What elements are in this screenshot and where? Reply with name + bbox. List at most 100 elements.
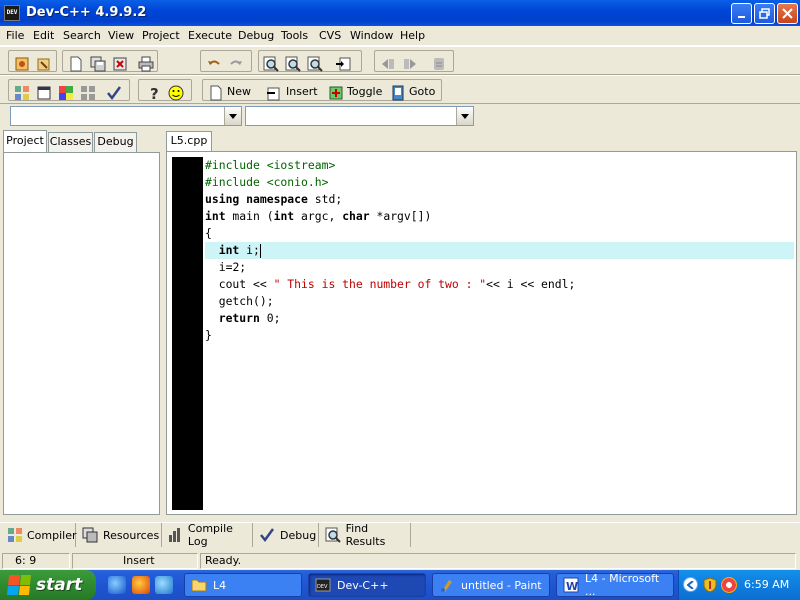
toolbar-group-class: New Insert Toggle Goto [202, 79, 442, 101]
toolbar-group-compile [8, 79, 130, 101]
minimize-button[interactable] [731, 3, 752, 24]
tab-debug[interactable]: Debug [94, 132, 137, 152]
undo-icon[interactable] [205, 55, 223, 72]
editor-gutter[interactable] [172, 157, 203, 510]
member-combo-dropdown[interactable] [456, 107, 473, 125]
code-line[interactable]: int i; [205, 242, 794, 259]
task-l4-folder[interactable]: L4 [184, 573, 302, 597]
code-line[interactable]: int main (int argc, char *argv[]) [205, 208, 794, 225]
window-title: Dev-C++ 4.9.9.2 [26, 5, 147, 20]
member-combo[interactable] [245, 106, 474, 126]
menu-window[interactable]: Window [350, 28, 393, 44]
restore-icon [759, 8, 770, 19]
tab-compile-log-label: Compile Log [187, 522, 233, 548]
save-all-icon[interactable] [89, 55, 107, 72]
compile-run-icon[interactable] [57, 84, 75, 101]
code-line[interactable]: } [205, 327, 794, 344]
code-line[interactable]: getch(); [205, 293, 794, 310]
tab-project[interactable]: Project [3, 130, 47, 152]
about-smiley-icon[interactable] [167, 84, 185, 101]
code-line[interactable]: { [205, 225, 794, 242]
replace-icon[interactable] [284, 55, 302, 72]
svg-text:?: ? [150, 85, 159, 101]
file-tab[interactable]: L5.cpp [166, 131, 212, 151]
checkmark-icon[interactable] [105, 84, 123, 101]
insert-icon[interactable] [265, 84, 283, 101]
menu-help[interactable]: Help [400, 28, 425, 44]
goto-label[interactable]: Goto [409, 85, 435, 99]
find-icon[interactable] [262, 55, 280, 72]
compile-icon[interactable] [13, 84, 31, 101]
close-file-icon[interactable] [111, 55, 129, 72]
restore-button[interactable] [754, 3, 775, 24]
start-button[interactable]: start [0, 570, 96, 600]
close-button[interactable] [777, 3, 798, 24]
new-file-icon[interactable] [67, 55, 85, 72]
menu-execute[interactable]: Execute [188, 28, 232, 44]
status-bar: 6: 9 Insert Ready. [0, 552, 800, 570]
clock[interactable]: 6:59 AM [744, 578, 789, 591]
goto-line-icon[interactable] [334, 55, 352, 72]
goto-bookmark-icon[interactable] [389, 84, 407, 101]
menu-view[interactable]: View [108, 28, 134, 44]
code-line[interactable]: cout << " This is the number of two : "<… [205, 276, 794, 293]
tab-debug-output[interactable]: Debug [253, 523, 319, 547]
find-next-icon[interactable] [306, 55, 324, 72]
help-icon[interactable]: ? [145, 84, 163, 101]
menu-cvs[interactable]: CVS [319, 28, 341, 44]
svg-text:W: W [566, 580, 578, 593]
task-word[interactable]: W L4 - Microsoft ... [556, 572, 674, 598]
new-project-icon[interactable] [13, 55, 31, 72]
quicklaunch-icon[interactable] [155, 576, 173, 594]
show-hidden-icons-button[interactable] [683, 577, 698, 592]
insert-label[interactable]: Insert [286, 85, 318, 99]
indent-right-icon[interactable] [401, 55, 419, 72]
class-combo-dropdown[interactable] [224, 107, 241, 125]
internet-explorer-icon[interactable] [108, 576, 126, 594]
menu-project[interactable]: Project [142, 28, 180, 44]
menu-edit[interactable]: Edit [33, 28, 54, 44]
task-label: Dev-C++ [337, 578, 389, 592]
firefox-icon[interactable] [132, 576, 150, 594]
new-class-icon[interactable] [207, 84, 225, 101]
code-line[interactable]: #include <conio.h> [205, 174, 794, 191]
task-label: L4 [213, 578, 227, 592]
security-shield-icon[interactable] [703, 577, 717, 596]
code-line[interactable]: using namespace std; [205, 191, 794, 208]
run-icon[interactable] [35, 84, 53, 101]
rebuild-icon[interactable] [79, 84, 97, 101]
debug-check-icon [258, 527, 276, 544]
tab-classes[interactable]: Classes [48, 132, 93, 152]
update-icon[interactable] [721, 577, 737, 593]
system-tray: 6:59 AM [678, 570, 800, 600]
code-line[interactable]: i=2; [205, 259, 794, 276]
project-tree[interactable] [3, 152, 160, 515]
menu-debug[interactable]: Debug [238, 28, 274, 44]
tab-compile-log[interactable]: Compile Log [162, 522, 253, 548]
tab-resources[interactable]: Resources [76, 523, 162, 547]
tab-compiler[interactable]: Compiler [2, 523, 77, 547]
code-line[interactable]: #include <iostream> [205, 157, 794, 174]
open-project-icon[interactable] [35, 55, 53, 72]
tab-find-results[interactable]: Find Results [319, 522, 411, 548]
new-label[interactable]: New [227, 85, 251, 99]
task-paint[interactable]: untitled - Paint [432, 573, 550, 597]
menu-search[interactable]: Search [63, 28, 101, 44]
print-icon[interactable] [137, 55, 155, 72]
chevron-down-icon [461, 113, 469, 119]
indent-left-icon[interactable] [379, 55, 397, 72]
menu-tools[interactable]: Tools [281, 28, 308, 44]
toggle-label[interactable]: Toggle [347, 85, 382, 99]
task-devcpp[interactable]: DEV Dev-C++ [308, 573, 426, 597]
output-tabs: Compiler Resources Compile Log Debug Fin… [0, 522, 800, 548]
svg-text:DEV: DEV [317, 584, 328, 590]
title-bar[interactable]: DEV Dev-C++ 4.9.9.2 [0, 0, 800, 26]
code-editor[interactable]: #include <iostream> #include <conio.h> usi… [166, 151, 797, 515]
redo-icon[interactable] [227, 55, 245, 72]
toggle-bookmark-icon[interactable] [327, 84, 345, 101]
code-area[interactable]: #include <iostream> #include <conio.h> usi… [205, 157, 794, 344]
bookmark-icon[interactable] [430, 55, 448, 72]
class-combo[interactable] [10, 106, 242, 126]
code-line[interactable]: return 0; [205, 310, 794, 327]
menu-file[interactable]: File [6, 28, 24, 44]
